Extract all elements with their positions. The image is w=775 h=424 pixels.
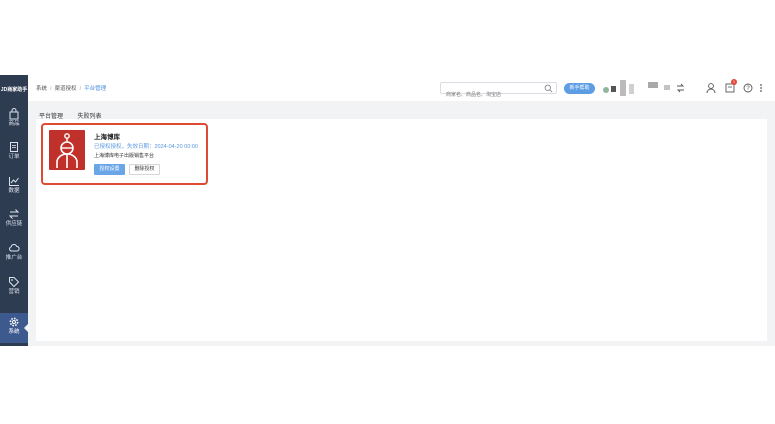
more-icon[interactable]: [759, 82, 763, 94]
authorization-status: 已授权授权，失效日期：2024-04-20 00:00: [94, 144, 198, 150]
platform-name: 上海博库: [94, 134, 120, 141]
platform-list: 上海博库 已授权授权，失效日期：2024-04-20 00:00 上海博库电子出…: [36, 119, 767, 341]
tag-icon: [9, 277, 20, 288]
sidebar-item-label: 推广台: [5, 255, 23, 261]
bag-icon: [9, 108, 19, 120]
sidebar-item-label: 订单: [8, 154, 20, 160]
authorization-settings-button[interactable]: 授权设置: [94, 164, 125, 175]
main-content: 平台管理 失败列表 上海博库 已授权授权，失效日期：2024-04-20 00:…: [28, 101, 775, 346]
cloud-icon: [9, 244, 20, 252]
sidebar-item-supply-chain[interactable]: 供应链: [0, 205, 28, 235]
sidebar-item-label: 商品: [8, 121, 20, 127]
sidebar-item-label: 供应链: [5, 221, 23, 227]
chart-icon: [9, 177, 19, 186]
sidebar-item-orders[interactable]: 订单: [0, 138, 28, 168]
blurred-user-info: [648, 82, 658, 88]
search-icon[interactable]: [544, 84, 553, 93]
notification-badge: 1: [731, 79, 737, 85]
help-icon[interactable]: ?: [743, 82, 753, 94]
sidebar: JD商家助手 商品 订单 数据 供应链 推广台 营销 系统: [0, 75, 28, 346]
tab-bar: 平台管理 失败列表: [36, 105, 108, 124]
sidebar-item-promotion[interactable]: 推广台: [0, 239, 28, 269]
sidebar-item-label: 系统: [8, 329, 20, 335]
breadcrumb: 系统 / 渠道授权 / 平台管理: [36, 86, 107, 92]
blurred-user-info: [664, 85, 670, 90]
top-header: 系统/渠道授权/平台管理 新手帮助 1: [28, 75, 775, 101]
app-window: JD商家助手 商品 订单 数据 供应链 推广台 营销 系统 系统 / 渠道授权 …: [0, 75, 775, 346]
sidebar-item-marketing[interactable]: 营销: [0, 273, 28, 303]
delete-authorization-button[interactable]: 删除授权: [129, 164, 160, 175]
gear-icon: [9, 317, 19, 327]
blurred-user-info: [611, 86, 616, 92]
platform-description: 上海博库电子出版销售平台: [94, 153, 155, 159]
new-user-help-button[interactable]: 新手帮助: [564, 83, 595, 94]
bookstore-logo-icon: [56, 133, 78, 168]
sidebar-item-label: 营销: [8, 289, 20, 295]
platform-card[interactable]: 上海博库 已授权授权，失效日期：2024-04-20 00:00 上海博库电子出…: [41, 123, 208, 185]
user-icon[interactable]: [706, 82, 716, 94]
avatar[interactable]: [603, 87, 609, 93]
search-input[interactable]: [441, 90, 541, 100]
app-logo: JD商家助手: [0, 87, 28, 93]
sidebar-item-label: 数据: [8, 188, 20, 194]
platform-logo: [49, 130, 85, 170]
breadcrumb-item[interactable]: 系统: [36, 86, 47, 92]
sidebar-item-system[interactable]: 系统: [0, 313, 28, 343]
breadcrumb-item[interactable]: 渠道授权: [55, 86, 77, 92]
document-icon: [10, 142, 18, 152]
sidebar-item-data[interactable]: 数据: [0, 172, 28, 202]
blurred-user-info: [629, 84, 634, 94]
sidebar-item-products[interactable]: 商品: [0, 105, 28, 135]
blurred-user-info: [620, 80, 626, 96]
search-box: [440, 82, 557, 100]
swap-icon: [8, 209, 20, 219]
breadcrumb-current: 平台管理: [84, 86, 107, 92]
switch-icon[interactable]: [676, 82, 685, 94]
